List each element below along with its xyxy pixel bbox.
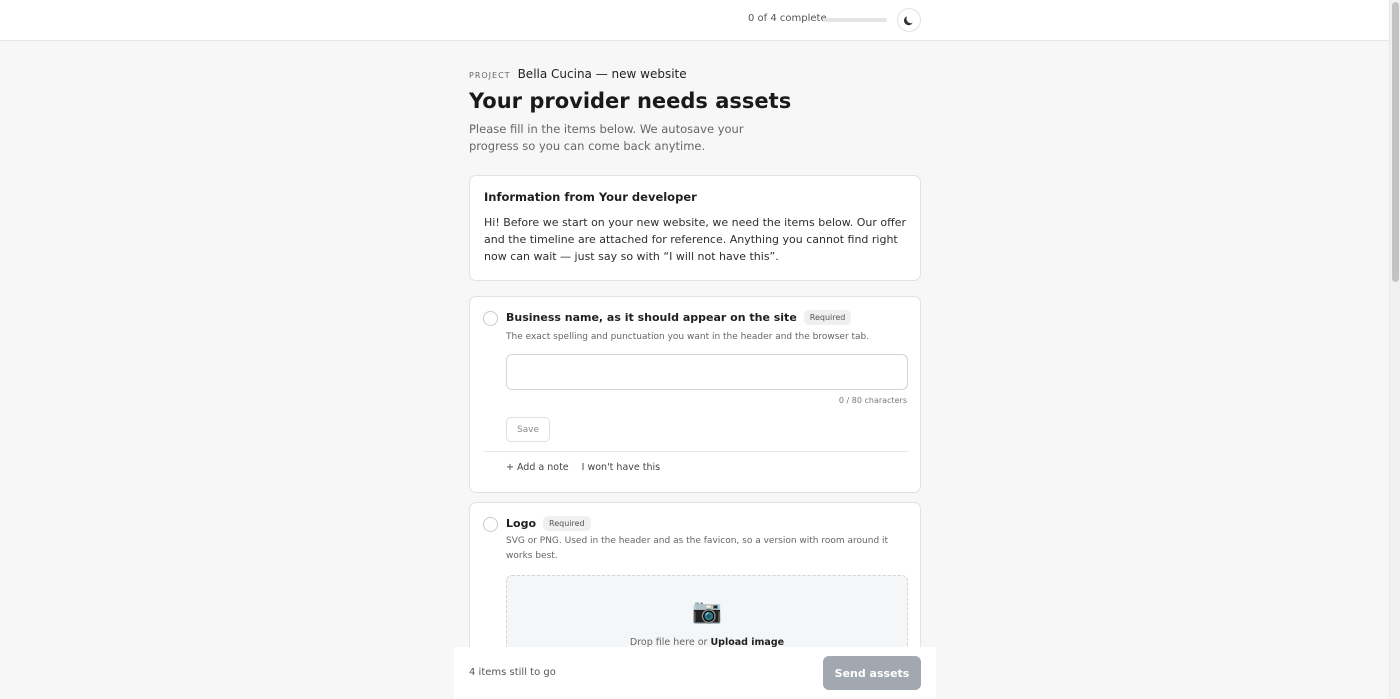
theme-toggle-button[interactable] xyxy=(897,8,921,32)
info-title: Information from Your developer xyxy=(484,190,697,204)
item-description: SVG or PNG. Used in the header and as th… xyxy=(506,536,889,561)
business-name-input[interactable] xyxy=(506,354,908,390)
item-header: Business name, as it should appear on th… xyxy=(506,310,852,325)
divider xyxy=(484,451,908,452)
item-complete-checkbox[interactable] xyxy=(483,517,498,532)
project-label: PROJECT xyxy=(469,71,511,80)
item-complete-checkbox[interactable] xyxy=(483,311,498,326)
developer-info-card: Information from Your developer Hi! Befo… xyxy=(469,175,921,281)
project-line: PROJECT Bella Cucina — new website xyxy=(469,67,687,81)
remaining-count: 4 items still to go xyxy=(469,667,556,678)
bottom-bar: 4 items still to go Send assets xyxy=(454,647,936,699)
item-title: Business name, as it should appear on th… xyxy=(506,311,797,324)
item-actions: + Add a note I won't have this xyxy=(506,462,660,473)
page-title: Your provider needs assets xyxy=(469,89,792,113)
wont-have-button[interactable]: I won't have this xyxy=(582,462,660,473)
save-button[interactable]: Save xyxy=(506,417,550,442)
item-description: The exact spelling and punctuation you w… xyxy=(506,332,870,342)
item-title: Logo xyxy=(506,517,536,530)
page-subtitle: Please fill in the items below. We autos… xyxy=(469,122,744,153)
required-badge: Required xyxy=(543,516,591,531)
info-body: Hi! Before we start on your new website,… xyxy=(484,216,906,263)
business-name-item: Business name, as it should appear on th… xyxy=(469,296,921,493)
item-header: Logo Required xyxy=(506,516,591,531)
scrollbar[interactable] xyxy=(1389,0,1400,699)
character-count: 0 / 80 characters xyxy=(838,396,907,405)
add-note-button[interactable]: + Add a note xyxy=(506,462,569,473)
progress-text: 0 of 4 complete xyxy=(748,13,827,24)
moon-icon xyxy=(903,16,913,26)
required-badge: Required xyxy=(803,310,852,325)
project-name: Bella Cucina — new website xyxy=(517,67,687,81)
progress-bar xyxy=(823,18,887,22)
scroll-thumb[interactable] xyxy=(1392,2,1399,282)
camera-icon: 📷 xyxy=(692,597,722,625)
send-assets-button[interactable]: Send assets xyxy=(823,656,921,690)
top-bar: 0 of 4 complete xyxy=(0,0,1389,41)
